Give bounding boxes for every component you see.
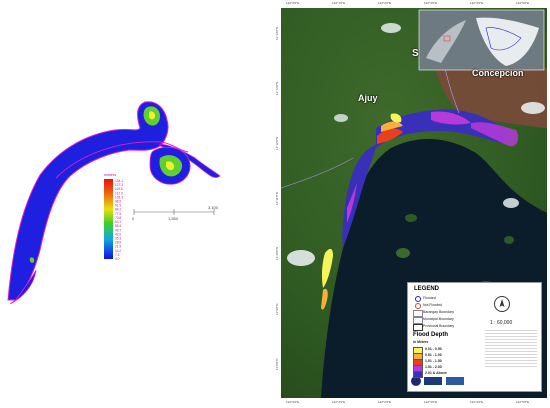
depth-class-label: 0.51 - 1.00 [425, 353, 442, 357]
grid-tick-label: 11°11'0"N [275, 192, 279, 205]
flood-depth-title: Flood Depth [413, 332, 448, 338]
inset-locator-map [418, 9, 545, 71]
provincial-boundary-swatch [413, 324, 423, 331]
cloud [381, 23, 401, 33]
map-scale: 1 : 60,000 [490, 320, 513, 326]
barangay-boundary-swatch [413, 310, 423, 317]
grid-tick-label: 122°1'0"E [332, 1, 346, 5]
depth-class-label: 1.51 - 2.00 [425, 365, 442, 369]
cloud [287, 250, 315, 266]
colorbar-labels: 134.1127.3119.6112.0105.398.691.984.277.… [115, 179, 123, 261]
colorbar-label: 0.0 [115, 257, 120, 261]
depth-class-label: 2.01 & Above [425, 371, 447, 375]
map-legend: LEGEND Flooded Not Flooded Barangay Boun… [407, 282, 542, 392]
flooded-symbol [415, 296, 421, 302]
depth-class-label: 1.01 - 1.50 [425, 359, 442, 363]
legend-municipal: Municipal Boundary [423, 317, 454, 321]
flood-depth-unit: in Meters [413, 340, 429, 344]
scale-bar: 0 1,550 3,100 [132, 205, 219, 221]
place-concepcion: Concepcion [472, 68, 524, 78]
grid-tick-label: 122°2'0"E [378, 1, 392, 5]
grid-tick-label: 122°3'0"E [424, 400, 438, 404]
grid-tick-label: 11°13'0"N [275, 81, 279, 95]
flood-depth-model-map: meters 134.1127.3119.6112.0105.398.691.9… [7, 101, 221, 305]
legend-barangay: Barangay Boundary [423, 310, 454, 314]
island [405, 214, 417, 222]
cloud [334, 114, 348, 122]
grid-tick-label: 122°3'0"E [424, 1, 438, 5]
cloud [521, 102, 545, 114]
grid-tick-label: 11°9'0"N [275, 303, 279, 315]
grid-tick-label: 122°4'0"E [470, 1, 484, 5]
grid-tick-label: 11°14'0"N [275, 26, 279, 40]
legend-flooded: Flooded [423, 296, 436, 300]
municipal-boundary-swatch [413, 317, 423, 324]
legend-provincial: Provincial Boundary [423, 324, 455, 328]
grid-tick-label: 122°0'0"E [286, 1, 300, 5]
scale-label-0: 0 [132, 216, 135, 221]
depth-swatch [413, 371, 423, 378]
grid-tick-label: 11°10'0"N [275, 246, 279, 260]
north-arrow-icon [494, 296, 510, 312]
island [396, 248, 410, 258]
grid-tick-label: 122°5'0"E [516, 400, 530, 404]
cloud [503, 198, 519, 208]
grid-tick-label: 11°8'0"N [275, 358, 279, 370]
grid-tick-label: 122°4'0"E [470, 400, 484, 404]
scale-label-2: 3,100 [208, 205, 219, 210]
place-ajuy: Ajuy [358, 93, 378, 103]
grid-tick-label: 11°12'0"N [275, 136, 279, 150]
colorbar-title: meters [104, 172, 116, 177]
grid-tick-label: 122°5'0"E [516, 1, 530, 5]
dem-coastline-body [7, 101, 169, 301]
island [504, 236, 514, 244]
legend-not-flooded: Not Flooded [423, 303, 443, 307]
grid-tick-label: 122°1'0"E [332, 400, 346, 404]
scale-label-1: 1,550 [168, 216, 179, 221]
depth-class-label: 0.01 - 0.50 [425, 347, 442, 351]
map-credits [485, 328, 537, 368]
legend-title: LEGEND [414, 286, 440, 292]
not-flooded-symbol [415, 303, 421, 309]
grid-tick-label: 122°2'0"E [378, 400, 392, 404]
colorbar [104, 179, 113, 259]
place-partial: S [412, 48, 419, 59]
grid-tick-label: 122°0'0"E [286, 400, 300, 404]
